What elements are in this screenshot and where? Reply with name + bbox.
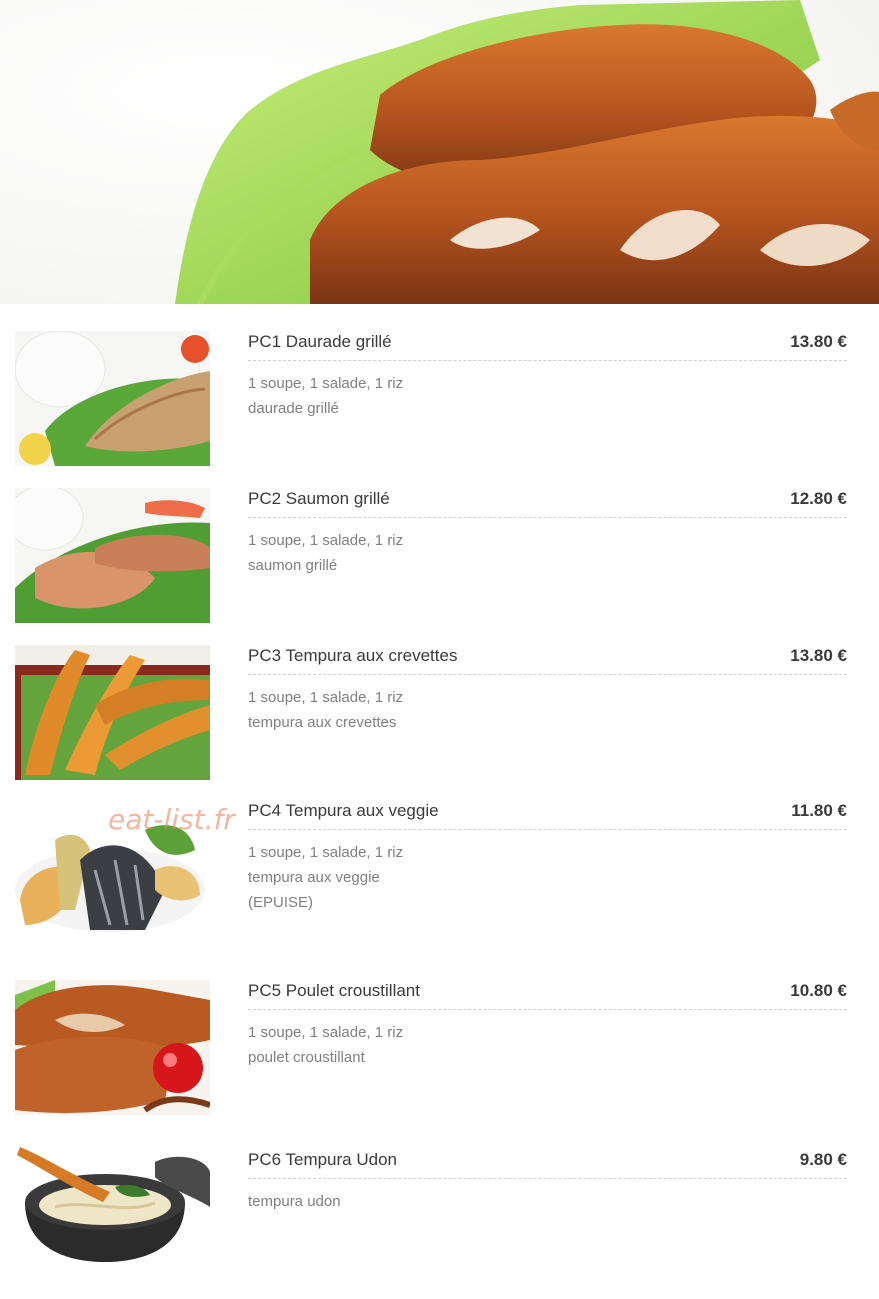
item-name: PC1 Daurade grillé <box>248 332 392 351</box>
item-price: 11.80 € <box>791 801 847 820</box>
item-description: 1 soupe, 1 salade, 1 riz daurade grillé <box>248 371 403 421</box>
dish-photo-grilled-sea-bream <box>15 331 210 466</box>
description-line: tempura aux veggie <box>248 869 380 886</box>
item-price: 10.80 € <box>790 981 847 1000</box>
dish-photo-tempura-udon <box>15 1137 210 1272</box>
divider <box>248 1178 847 1179</box>
hero-banner-image <box>0 0 879 304</box>
dish-photo-crispy-chicken <box>15 980 210 1115</box>
description-line: 1 soupe, 1 salade, 1 riz <box>248 844 404 861</box>
description-line: 1 soupe, 1 salade, 1 riz <box>248 689 404 706</box>
description-line: 1 soupe, 1 salade, 1 riz <box>248 1024 404 1041</box>
item-description: 1 soupe, 1 salade, 1 riz tempura aux cre… <box>248 685 403 735</box>
item-description: tempura udon <box>248 1189 341 1214</box>
divider <box>248 1009 847 1010</box>
dish-photo-grilled-salmon <box>15 488 210 623</box>
divider <box>248 829 847 830</box>
watermark-text: eat-list.fr <box>108 803 235 836</box>
divider <box>248 360 847 361</box>
divider <box>248 517 847 518</box>
description-line: (EPUISE) <box>248 894 314 911</box>
item-name: PC3 Tempura aux crevettes <box>248 646 458 665</box>
description-line: tempura aux crevettes <box>248 714 397 731</box>
description-line: daurade grillé <box>248 400 339 417</box>
item-price: 12.80 € <box>790 489 847 508</box>
description-line: tempura udon <box>248 1193 341 1210</box>
item-name: PC5 Poulet croustillant <box>248 981 420 1000</box>
dish-photo-shrimp-tempura <box>15 645 210 780</box>
item-description: 1 soupe, 1 salade, 1 riz tempura aux veg… <box>248 840 403 915</box>
item-description: 1 soupe, 1 salade, 1 riz saumon grillé <box>248 528 403 578</box>
item-price: 9.80 € <box>799 1150 847 1169</box>
description-line: 1 soupe, 1 salade, 1 riz <box>248 532 404 549</box>
description-line: 1 soupe, 1 salade, 1 riz <box>248 375 404 392</box>
description-line: poulet croustillant <box>248 1049 365 1066</box>
item-name: PC2 Saumon grillé <box>248 489 390 508</box>
item-name: PC6 Tempura Udon <box>248 1150 397 1169</box>
item-price: 13.80 € <box>790 646 847 665</box>
description-line: saumon grillé <box>248 557 338 574</box>
divider <box>248 674 847 675</box>
item-name: PC4 Tempura aux veggie <box>248 801 439 820</box>
item-price: 13.80 € <box>790 332 847 351</box>
item-description: 1 soupe, 1 salade, 1 riz poulet croustil… <box>248 1020 403 1070</box>
